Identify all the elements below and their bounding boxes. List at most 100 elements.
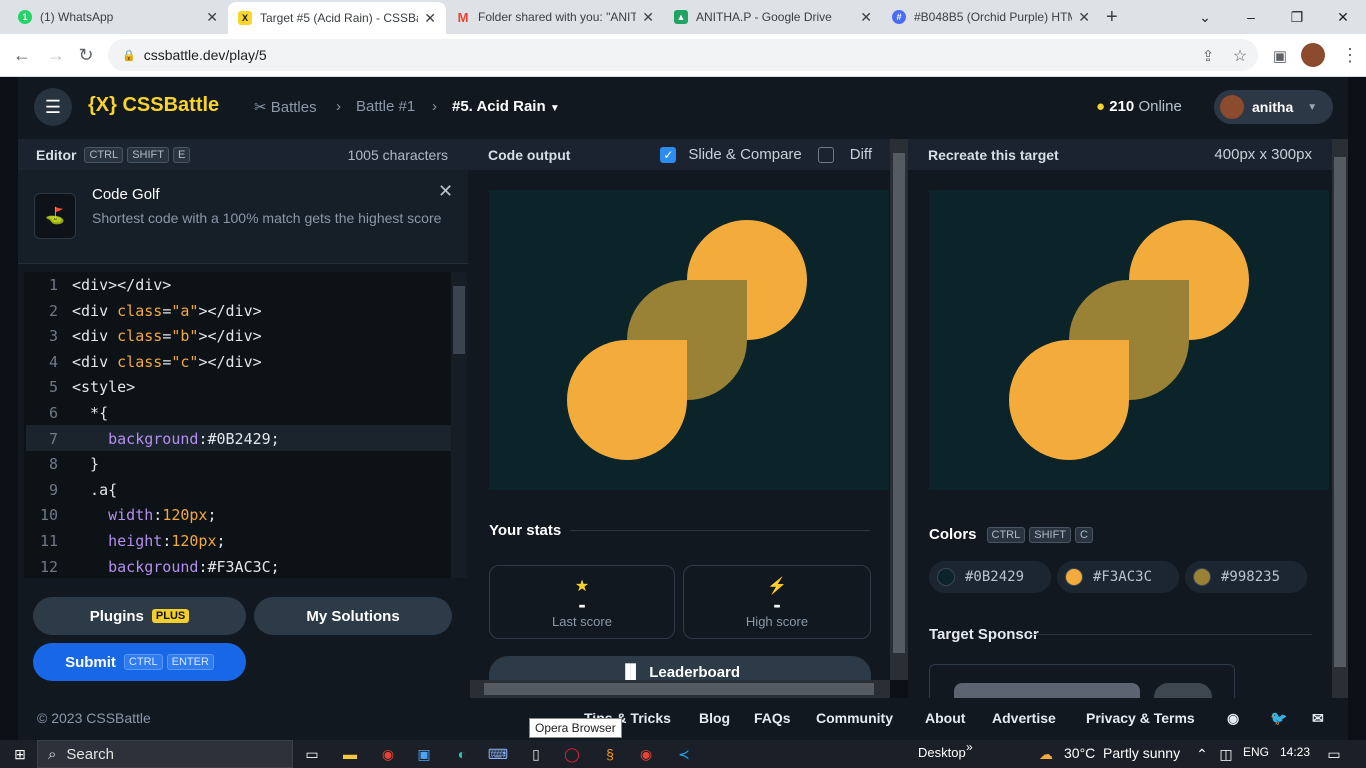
clock[interactable]: 14:23 [1280, 745, 1310, 759]
notification-icon[interactable]: ▭ [1322, 742, 1346, 766]
mail-icon[interactable]: ✉ [1312, 710, 1324, 727]
code-output-canvas[interactable] [489, 190, 889, 490]
code-line: width:120px; [108, 506, 217, 525]
tab-drive[interactable]: ▲ ANITHA.P - Google Drive ✕ [664, 0, 882, 34]
profile-avatar[interactable] [1301, 43, 1325, 67]
forward-icon[interactable]: → [40, 34, 72, 77]
edge-icon[interactable]: ◐ [450, 742, 474, 766]
user-menu[interactable]: anitha ▼ [1214, 90, 1333, 124]
browser-tab-bar: 1 (1) WhatsApp ✕ X Target #5 (Acid Rain)… [0, 0, 1366, 34]
tab-color[interactable]: # #B048B5 (Orchid Purple) HTML ✕ [882, 0, 1100, 34]
discord-icon[interactable]: ◉ [1227, 710, 1239, 727]
scrollbar-thumb[interactable] [484, 683, 874, 695]
line-number: 9 [48, 480, 58, 499]
sublime-icon[interactable]: § [598, 742, 622, 766]
reload-icon[interactable]: ↻ [70, 34, 102, 77]
language-indicator[interactable]: ENG [1243, 745, 1269, 759]
twitter-icon[interactable]: 🐦 [1270, 710, 1287, 727]
color-chip-0B2429[interactable]: #0B2429 [929, 561, 1051, 593]
editor-scrollbar[interactable] [451, 272, 467, 578]
line-number: 8 [48, 455, 58, 474]
share-icon[interactable]: ⇪ [1192, 34, 1224, 77]
close-icon[interactable]: ✕ [1078, 9, 1090, 26]
task-view-icon[interactable]: ▭ [300, 742, 324, 766]
opera-icon[interactable]: ◯ [560, 742, 584, 766]
search-icon: ⌕ [48, 745, 57, 763]
file-explorer-icon[interactable]: ▬ [338, 742, 362, 766]
keyboard-icon[interactable]: ⌨ [486, 742, 510, 766]
cssbattle-logo[interactable]: {X} CSSBattle [88, 94, 219, 117]
divider [1030, 634, 1312, 635]
footer-link-privacy[interactable]: Privacy & Terms [1086, 710, 1195, 726]
close-icon[interactable]: ✕ [860, 9, 872, 26]
color-swatch [937, 568, 955, 586]
chevron-right-icon: › [432, 98, 437, 115]
minimize-icon[interactable]: – [1228, 0, 1274, 34]
taskbar-search[interactable]: ⌕ Search [37, 740, 293, 768]
chrome-icon[interactable]: ◉ [376, 742, 400, 766]
footer-link-advertise[interactable]: Advertise [992, 710, 1056, 726]
character-count: 1005 characters [347, 146, 448, 163]
sponsor-card[interactable] [929, 664, 1235, 698]
hamburger-menu-button[interactable]: ☰ [34, 88, 72, 126]
scrollbar-thumb[interactable] [893, 153, 905, 653]
diff-checkbox[interactable] [817, 146, 834, 163]
tab-search-icon[interactable]: ⌄ [1182, 0, 1228, 34]
code-editor[interactable]: 1 <div></div> 2 <div class="a"></div> 3 <div … [24, 272, 467, 578]
sponsor-title: Target Sponsor [929, 626, 1039, 643]
vscode-icon[interactable]: ≺ [672, 742, 696, 766]
close-icon[interactable]: ✕ [206, 9, 218, 26]
tab-whatsapp[interactable]: 1 (1) WhatsApp ✕ [8, 0, 228, 34]
menu-dots-icon[interactable]: ⋮ [1334, 34, 1366, 77]
windows-start-icon[interactable]: ⊞ [8, 742, 32, 766]
footer-link-blog[interactable]: Blog [699, 710, 730, 726]
output-vertical-scrollbar[interactable] [890, 139, 908, 680]
output-horizontal-scrollbar[interactable] [470, 680, 890, 698]
code-line: <div></div> [72, 276, 172, 294]
weather-text[interactable]: 30°C Partly sunny [1064, 745, 1180, 761]
notepad-icon[interactable]: ▯ [524, 742, 548, 766]
desktop-label[interactable]: Desktop [918, 745, 966, 760]
sponsor-logo [954, 683, 1140, 698]
leaderboard-button[interactable]: ▐▌ Leaderboard [489, 656, 871, 682]
side-panel-icon[interactable]: ▣ [1264, 34, 1296, 77]
footer-link-faqs[interactable]: FAQs [754, 710, 791, 726]
slide-compare-checkbox[interactable]: ✓ [660, 146, 677, 163]
network-icon[interactable]: ◫ [1214, 742, 1238, 766]
caret-down-icon: ▼ [549, 103, 560, 114]
footer-link-about[interactable]: About [925, 710, 965, 726]
tab-gmail[interactable]: M Folder shared with you: "ANITHA.P" ✕ [446, 0, 664, 34]
caret-down-icon: ▼ [1307, 101, 1318, 113]
url-input[interactable]: 🔒 cssbattle.dev/play/5 [108, 39, 1258, 71]
color-chip-998235[interactable]: #998235 [1185, 561, 1307, 593]
window-close-icon[interactable]: ✕ [1320, 0, 1366, 34]
new-tab-icon[interactable]: + [1106, 6, 1118, 29]
color-chip-F3AC3C[interactable]: #F3AC3C [1057, 561, 1179, 593]
color-swatch [1193, 568, 1211, 586]
target-header: Recreate this target 400px x 300px [908, 139, 1332, 170]
chevron-right-icon: › [336, 98, 341, 115]
chevron-up-icon[interactable]: ⌃ [1190, 742, 1214, 766]
my-solutions-button[interactable]: My Solutions [254, 597, 452, 635]
scrollbar-thumb[interactable] [453, 286, 465, 354]
breadcrumb-battle[interactable]: Battle #1 [356, 98, 415, 115]
breadcrumb-battles[interactable]: ✂ Battles [254, 98, 317, 116]
close-icon[interactable]: ✕ [642, 9, 654, 26]
chrome-icon[interactable]: ◉ [634, 742, 658, 766]
tab-cssbattle[interactable]: X Target #5 (Acid Rain) - CSSBattle ✕ [228, 2, 446, 34]
bookmark-star-icon[interactable]: ☆ [1224, 34, 1256, 77]
restore-icon[interactable]: ❐ [1274, 0, 1320, 34]
scrollbar-thumb[interactable] [1334, 157, 1346, 667]
computer-icon[interactable]: ▣ [412, 742, 436, 766]
close-icon[interactable]: ✕ [438, 181, 453, 202]
chevron-double-right-icon[interactable]: » [966, 740, 973, 754]
breadcrumb-current[interactable]: #5. Acid Rain ▼ [452, 98, 560, 115]
page-scrollbar[interactable] [1332, 139, 1348, 698]
plugins-button[interactable]: Plugins PLUS [33, 597, 246, 635]
back-icon[interactable]: ← [6, 34, 38, 77]
close-icon[interactable]: ✕ [424, 10, 436, 27]
target-canvas[interactable] [929, 190, 1329, 490]
submit-button[interactable]: Submit CTRL ENTER [33, 643, 246, 681]
weather-icon: ☁ [1039, 745, 1053, 762]
footer-link-community[interactable]: Community [816, 710, 893, 726]
